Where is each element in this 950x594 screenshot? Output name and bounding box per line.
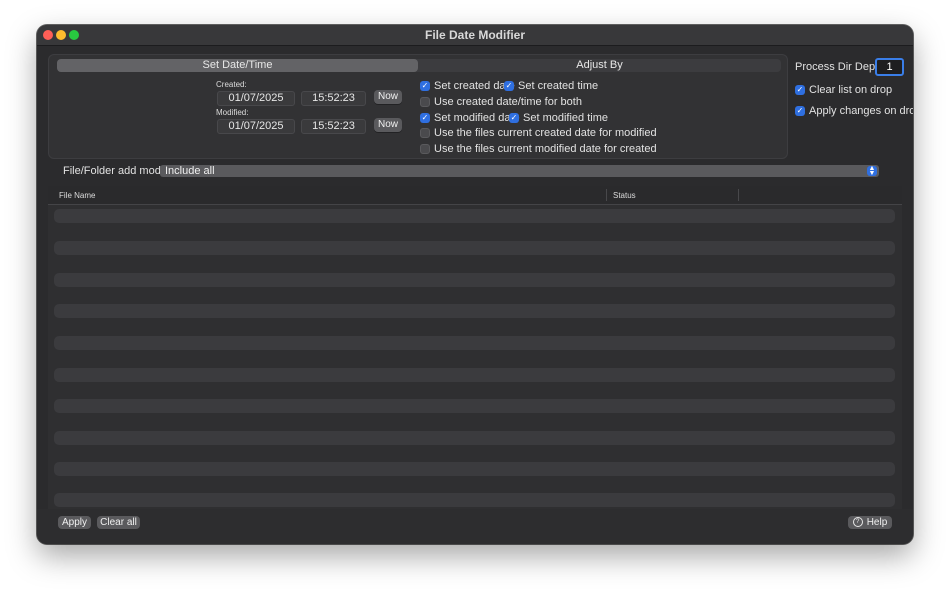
checkmark-icon: ✓ [795,85,805,95]
help-button[interactable]: ? Help [848,516,892,529]
set-created-date-label: Set created date [434,80,515,92]
table-row[interactable] [54,493,895,507]
add-mode-label: File/Folder add mode: [63,165,170,177]
mode-tab-control: Set Date/Time Adjust By [57,59,781,72]
created-time-field[interactable]: 15:52:23 [301,91,366,106]
use-created-for-both-checkbox[interactable]: Use created date/time for both [420,96,582,108]
main-window: File Date Modifier Set Date/Time Adjust … [37,25,913,544]
table-row[interactable] [54,462,895,476]
modified-date-field[interactable]: 01/07/2025 [217,119,295,134]
table-row[interactable] [54,336,895,350]
table-row[interactable] [54,241,895,255]
use-modified-for-created-checkbox[interactable]: Use the files current modified date for … [420,143,657,155]
created-now-button[interactable]: Now [374,90,402,104]
set-modified-time-checkbox[interactable]: ✓ Set modified time [509,112,608,124]
set-created-date-checkbox[interactable]: ✓ Set created date [420,80,515,92]
apply-changes-on-drop-label: Apply changes on drop [809,105,913,117]
table-header: File Name Status [48,186,902,205]
modified-time-field[interactable]: 15:52:23 [301,119,366,134]
modified-now-button[interactable]: Now [374,118,402,132]
use-created-for-modified-label: Use the files current created date for m… [434,127,657,139]
checkmark-icon: ✓ [420,113,430,123]
table-row[interactable] [54,304,895,318]
checkmark-icon: ✓ [509,113,519,123]
window-title: File Date Modifier [424,28,525,42]
created-date-field[interactable]: 01/07/2025 [217,91,295,106]
set-modified-time-label: Set modified time [523,112,608,124]
add-mode-select[interactable]: Include all ▲ ▼ [160,165,879,177]
clear-list-on-drop-label: Clear list on drop [809,84,893,96]
set-modified-date-label: Set modified date [434,112,520,124]
column-divider[interactable] [738,189,739,201]
set-created-time-checkbox[interactable]: ✓ Set created time [504,80,598,92]
tab-adjust-by[interactable]: Adjust By [418,59,781,72]
clear-list-on-drop-checkbox[interactable]: ✓ Clear list on drop [795,84,892,96]
empty-checkbox-icon [420,144,430,154]
table-row[interactable] [54,368,895,382]
table-row[interactable] [54,431,895,445]
column-header-status[interactable]: Status [613,191,636,200]
clear-all-button[interactable]: Clear all [97,516,140,529]
dir-depth-label: Process Dir Depth: [795,61,888,73]
table-row[interactable] [54,209,895,223]
use-created-for-modified-checkbox[interactable]: Use the files current created date for m… [420,127,657,139]
dir-depth-input[interactable]: 1 [875,58,904,76]
table-row[interactable] [54,273,895,287]
empty-checkbox-icon [420,97,430,107]
title-bar: File Date Modifier [37,25,913,46]
tab-set-date-time[interactable]: Set Date/Time [57,59,418,72]
footer-bar: Apply Clear all ? Help [37,509,913,544]
modified-label: Modified: [216,108,249,117]
date-settings-panel: Set Date/Time Adjust By Created: 01/07/2… [48,54,788,159]
add-mode-value: Include all [165,165,215,177]
updown-chevron-icon: ▲ ▼ [867,165,877,177]
help-label: Help [866,517,888,528]
column-divider[interactable] [606,189,607,201]
table-row[interactable] [54,399,895,413]
checkmark-icon: ✓ [504,81,514,91]
use-modified-for-created-label: Use the files current modified date for … [434,143,657,155]
empty-checkbox-icon [420,128,430,138]
checkmark-icon: ✓ [420,81,430,91]
checkmark-icon: ✓ [795,106,805,116]
column-header-file-name[interactable]: File Name [59,191,95,200]
use-created-for-both-label: Use created date/time for both [434,96,582,108]
question-circle-icon: ? [852,517,863,528]
created-label: Created: [216,80,247,89]
apply-button[interactable]: Apply [58,516,91,529]
apply-changes-on-drop-checkbox[interactable]: ✓ Apply changes on drop [795,105,913,117]
set-created-time-label: Set created time [518,80,599,92]
file-table[interactable]: File Name Status [48,186,902,509]
set-modified-date-checkbox[interactable]: ✓ Set modified date [420,112,520,124]
